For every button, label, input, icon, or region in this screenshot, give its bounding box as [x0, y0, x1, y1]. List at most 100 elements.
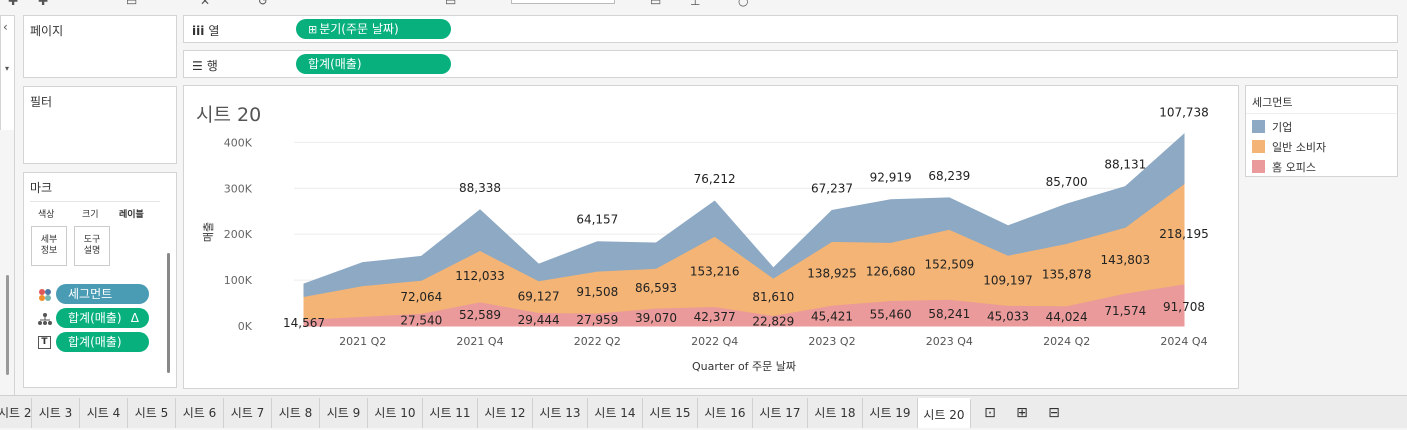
y-tick-label: 400K [224, 136, 253, 149]
sheet-tab[interactable]: 시트 19 [863, 398, 918, 428]
data-label: 52,589 [459, 308, 501, 322]
dropdown-arrow-icon[interactable]: ▾ [5, 64, 9, 73]
columns-pill[interactable]: ⊞ 분기(주문 날짜) [296, 19, 451, 39]
sheet-tab[interactable]: 시트 9 [320, 398, 368, 428]
rows-icon: ☰ [192, 59, 203, 73]
x-tick-label: 2022 Q2 [574, 335, 621, 348]
data-label: 107,738 [1159, 105, 1209, 119]
data-label: 91,708 [1163, 300, 1205, 314]
sheet-tab[interactable]: 시트 16 [698, 398, 753, 428]
toolbar-icon[interactable]: ▭ [126, 0, 137, 8]
scrollbar[interactable] [6, 275, 9, 375]
toolbar-icon[interactable]: ↺ [258, 0, 268, 8]
detail-button[interactable]: 세부 정보 [31, 226, 67, 266]
sheet-tab[interactable]: 시트 8 [272, 398, 320, 428]
sheet-tab[interactable]: 시트 15 [643, 398, 698, 428]
sheet-tab[interactable]: 시트 11 [423, 398, 478, 428]
sheet-tab[interactable]: 시트 10 [368, 398, 423, 428]
columns-shelf: iii 열 ⊞ 분기(주문 날짜) [183, 15, 1398, 43]
data-label: 76,212 [694, 172, 736, 186]
data-label: 152,509 [925, 257, 975, 271]
sum-sales-detail-pill[interactable]: 합계(매출) Δ [56, 308, 149, 328]
data-label: 81,610 [752, 290, 794, 304]
data-label: 138,925 [807, 266, 857, 280]
new-story-icon[interactable]: ⊟ [1039, 398, 1069, 428]
data-label: 42,377 [694, 310, 736, 324]
x-tick-label: 2021 Q2 [339, 335, 386, 348]
x-tick-label: 2022 Q4 [691, 335, 738, 348]
data-label: 27,540 [400, 313, 442, 327]
legend-title: 세그먼트 [1252, 96, 1293, 109]
legend-header: 세그먼트 [1246, 86, 1397, 114]
columns-icon: iii [192, 24, 205, 38]
data-label: 69,127 [518, 290, 560, 304]
toolbar-icon[interactable]: ⊥ [690, 0, 700, 8]
data-label: 126,680 [866, 264, 916, 278]
sheet-tab[interactable]: 시트 14 [588, 398, 643, 428]
data-pane-collapsed: ‹ ▾ [0, 15, 15, 132]
rows-shelf: ☰ 행 합계(매출) [183, 50, 1398, 78]
new-worksheet-icon[interactable]: ⊡ [975, 398, 1005, 428]
rows-pill[interactable]: 합계(매출) [296, 54, 451, 74]
new-dashboard-icon[interactable]: ⊞ [1007, 398, 1037, 428]
data-label: 71,574 [1104, 304, 1146, 318]
data-label: 14,567 [283, 316, 325, 330]
legend-item-label: 일반 소비자 [1272, 141, 1327, 154]
data-label: 44,024 [1046, 310, 1088, 324]
sheet-tab[interactable]: 시트 6 [176, 398, 224, 428]
data-label: 92,919 [870, 171, 912, 185]
data-label: 45,033 [987, 310, 1029, 324]
sheet-tab[interactable]: 시트 13 [533, 398, 588, 428]
data-label: 64,157 [576, 213, 618, 227]
label-button[interactable]: 레이블 [119, 207, 144, 220]
x-tick-label: 2024 Q2 [1043, 335, 1090, 348]
fit-dropdown[interactable] [511, 0, 615, 4]
data-label: 112,033 [455, 269, 505, 283]
data-label: 91,508 [576, 285, 618, 299]
toolbar-icon[interactable]: ✚ [8, 0, 18, 8]
toolbar-icon[interactable]: ▭ [650, 0, 661, 8]
sheet-tab[interactable]: 시트 12 [478, 398, 533, 428]
y-axis-title: 매출 [202, 222, 215, 242]
data-label: 27,959 [576, 313, 618, 327]
sum-sales-label-pill[interactable]: 합계(매출) [56, 332, 149, 352]
sheet-tab[interactable]: 시트 17 [753, 398, 808, 428]
y-tick-label: 300K [224, 182, 253, 195]
sheet-tab[interactable]: 시트 20 [918, 398, 971, 428]
toolbar-icon[interactable]: ▭ [445, 0, 456, 8]
toolbar-icon[interactable]: ✚ [38, 0, 48, 8]
sheet-tab[interactable]: 시트 3 [32, 398, 80, 428]
sheet-tab[interactable]: 시트 18 [808, 398, 863, 428]
data-label: 29,444 [518, 313, 560, 327]
filters-title: 필터 [30, 95, 53, 109]
toolbar-icon[interactable]: ○ [738, 0, 748, 8]
collapse-arrow-icon[interactable]: ‹ [3, 20, 8, 34]
chart-view: 시트 20 0K 100K 200K 300K 400K 14,567 27,540 52,5… [183, 85, 1239, 389]
color-button[interactable]: 색상 [38, 207, 55, 220]
data-label: 85,700 [1046, 175, 1088, 189]
delta-icon: Δ [130, 311, 139, 325]
toolbar-icon[interactable]: ✕ [200, 0, 210, 8]
divider [30, 201, 160, 202]
segment-pill[interactable]: 세그먼트 [56, 284, 149, 304]
data-label: 72,064 [400, 290, 442, 304]
data-label: 153,216 [690, 264, 740, 278]
expand-icon: ⊞ [308, 23, 318, 36]
data-label: 39,070 [635, 311, 677, 325]
legend-swatch [1252, 140, 1265, 153]
size-button[interactable]: 크기 [82, 207, 99, 220]
sheet-tab[interactable]: 시트 7 [224, 398, 272, 428]
area-chart[interactable]: 0K 100K 200K 300K 400K 14,567 27,540 52,589 29,4… [184, 86, 1238, 388]
tooltip-button[interactable]: 도구 설명 [74, 226, 110, 266]
sheet-tab[interactable]: 시트 5 [128, 398, 176, 428]
pages-title: 페이지 [30, 24, 64, 38]
sheet-tab[interactable]: 시트 2 [0, 398, 32, 428]
x-tick-label: 2023 Q2 [808, 335, 855, 348]
y-tick-label: 200K [224, 228, 253, 241]
sheet-tab[interactable]: 시트 4 [80, 398, 128, 428]
data-label: 55,460 [870, 308, 912, 322]
color-dots-icon [38, 288, 52, 302]
legend-item-label: 홈 오피스 [1272, 161, 1316, 174]
marks-scrollbar[interactable] [167, 253, 170, 373]
rows-shelf-label: ☰ 행 [192, 59, 218, 73]
